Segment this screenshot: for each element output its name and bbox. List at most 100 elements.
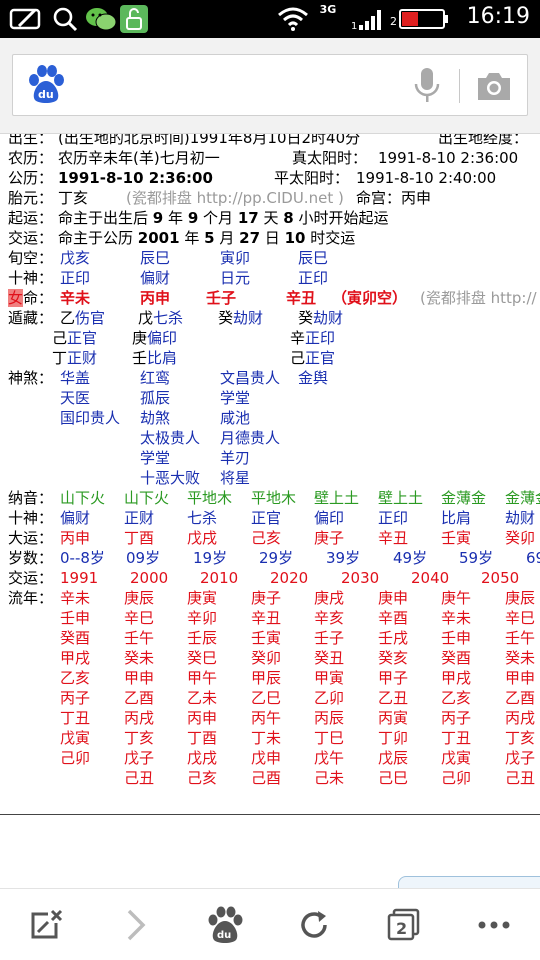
dayun-value: 戊戌 (187, 529, 218, 547)
xunkong-value: 寅卯 (220, 249, 251, 267)
kong-value: （寅卯空） (332, 289, 408, 307)
liunian-year: 庚申 (378, 589, 409, 607)
nayin-value: 平地木 (187, 489, 233, 507)
taiyuan-value: 丁亥 (58, 189, 89, 207)
search-icon (50, 5, 80, 33)
shensha-item: 金舆 (298, 369, 329, 387)
refresh-icon[interactable] (292, 903, 336, 947)
jiaoyun-years-row: 交运： 1991 2000 2010 2020 2030 2040 2050 (0, 568, 540, 588)
baidu-home-icon[interactable]: du (202, 903, 246, 947)
liunian-year: 乙丑 (378, 689, 409, 707)
camera-icon[interactable] (475, 69, 513, 103)
liunian-year: 癸巳 (187, 649, 218, 667)
age-value: 19岁 (193, 549, 228, 567)
nayin-value: 金薄金 (505, 489, 540, 507)
liunian-year: 庚戌 (314, 589, 345, 607)
status-time: 16:19 (466, 4, 530, 29)
close-tab-icon[interactable] (24, 903, 68, 947)
ming-pillar: 辛丑 (286, 289, 317, 307)
true-solar-label: 真太阳时： (292, 149, 368, 167)
ming-pillar: 辛未 (60, 289, 91, 307)
liunian-year: 壬午 (124, 629, 155, 647)
xunkong-label: 旬空： (8, 249, 54, 267)
shishen-value: 日元 (220, 269, 251, 287)
liunian-year: 己未 (314, 769, 345, 787)
shensha-item: 羊刃 (220, 449, 251, 467)
lunar-label: 农历： (8, 149, 54, 167)
nayin-value: 金薄金 (441, 489, 487, 507)
liunian-year: 壬申 (60, 609, 91, 627)
liunian-year: 壬戌 (378, 629, 409, 647)
jiaoyun-year: 2010 (200, 569, 239, 587)
dayun-value: 辛丑 (378, 529, 409, 547)
liunian-year: 甲申 (124, 669, 155, 687)
nayin-value: 山下火 (124, 489, 170, 507)
canggan-item: 乙伤官 (60, 309, 106, 327)
taiyuan-label: 胎元： (8, 189, 54, 207)
liunian-year: 丁亥 (505, 729, 536, 747)
liunian-year: 庚子 (251, 589, 282, 607)
unlock-icon (118, 5, 150, 33)
forward-icon[interactable] (114, 903, 158, 947)
liunian-year: 丙申 (187, 709, 218, 727)
microphone-icon[interactable] (411, 67, 443, 105)
shensha-item: 学堂 (140, 449, 171, 467)
liunian-year: 癸酉 (441, 649, 472, 667)
age-value: 49岁 (393, 549, 428, 567)
canggan-item: 癸劫财 (298, 309, 344, 327)
liunian-year: 丁巳 (314, 729, 345, 747)
source-link[interactable]: (瓷都排盘 http://pp.CIDU.net ) (126, 188, 344, 208)
liunian-year: 丙子 (441, 709, 472, 727)
jiaoyun-years-label: 交运： (8, 569, 54, 587)
jiaoyun-year: 1991 (60, 569, 99, 587)
lunar-row: 农历： 农历辛未年(羊)七月初一 真太阳时： 1991-8-10 2:36:00 (0, 148, 540, 168)
baidu-paw-icon[interactable]: du (25, 65, 65, 105)
liunian-year: 辛未 (441, 609, 472, 627)
dayun-value: 丁酉 (124, 529, 155, 547)
liunian-year: 壬子 (314, 629, 345, 647)
liunian-year: 甲辰 (251, 669, 282, 687)
dayun-value: 癸卯 (505, 529, 536, 547)
liunian-year: 乙巳 (251, 689, 282, 707)
liunian-column: 庚寅 辛卯 壬辰 癸巳 甲午 乙未 丙申 丁酉 戊戌 己亥 (187, 588, 217, 788)
svg-text:2: 2 (396, 919, 407, 938)
solar-label: 公历： (8, 169, 54, 187)
more-icon[interactable] (472, 903, 516, 947)
liunian-year: 甲戌 (441, 669, 472, 687)
svg-text:du: du (217, 930, 231, 941)
liunian-year: 戊子 (505, 749, 536, 767)
liunian-year: 辛丑 (251, 609, 282, 627)
dayun-shishen-value: 正官 (251, 509, 282, 527)
liunian-year: 壬午 (505, 629, 536, 647)
liunian-year: 乙酉 (124, 689, 155, 707)
liunian-year: 戊申 (251, 749, 282, 767)
liunian-year: 甲午 (187, 669, 218, 687)
canggan-item: 壬比肩 (132, 349, 178, 367)
source-link[interactable]: (瓷都排盘 http:// (420, 288, 537, 308)
screen-edit-icon (8, 5, 44, 33)
age-value: 09岁 (126, 549, 161, 567)
liunian-year: 辛未 (60, 589, 91, 607)
liunian-year: 癸亥 (378, 649, 409, 667)
canggan-label: 遁藏： (8, 309, 54, 327)
liunian-year: 丁亥 (124, 729, 155, 747)
shensha-item: 天医 (60, 389, 91, 407)
svg-text:1: 1 (351, 21, 357, 31)
lunar-text: 农历辛未年(羊)七月初一 (58, 149, 220, 167)
liunian-year: 庚寅 (187, 589, 218, 607)
dayun-value: 己亥 (251, 529, 282, 547)
birth-longitude-label: 出生地经度： (438, 134, 529, 147)
shishen-value: 偏财 (140, 269, 171, 287)
search-input[interactable]: du (12, 54, 528, 116)
browser-bottom-bar: du 2 (0, 888, 540, 960)
xunkong-value: 辰巳 (140, 249, 171, 267)
solar-text: 1991-8-10 2:36:00 (58, 169, 213, 187)
xunkong-value: 辰巳 (298, 249, 329, 267)
tabs-icon[interactable]: 2 (382, 903, 426, 947)
shensha-item: 国印贵人 (60, 409, 121, 427)
liunian-year: 丁卯 (378, 729, 409, 747)
dayun-value: 壬寅 (441, 529, 472, 547)
liunian-year: 庚辰 (505, 589, 536, 607)
liunian-year: 己卯 (60, 749, 91, 767)
network-type-label: 3G (319, 2, 337, 16)
